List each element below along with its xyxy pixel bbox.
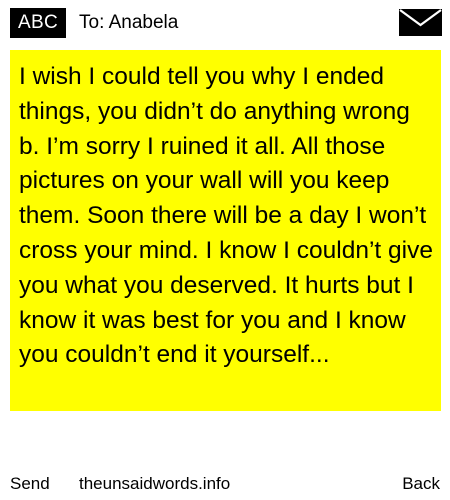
input-mode-badge: ABC bbox=[10, 8, 66, 38]
recipient-label: To: Anabela bbox=[79, 12, 179, 33]
message-header: ABC To: Anabela bbox=[0, 0, 450, 46]
site-label: theunsaidwords.info bbox=[79, 474, 231, 493]
envelope-icon bbox=[399, 9, 442, 36]
message-body: I wish I could tell you why I ended thin… bbox=[10, 50, 441, 411]
message-text: I wish I could tell you why I ended thin… bbox=[19, 63, 433, 369]
send-button[interactable]: Send bbox=[10, 470, 50, 498]
softkey-bar: Send theunsaidwords.info Back bbox=[0, 470, 450, 498]
back-button[interactable]: Back bbox=[402, 470, 440, 498]
